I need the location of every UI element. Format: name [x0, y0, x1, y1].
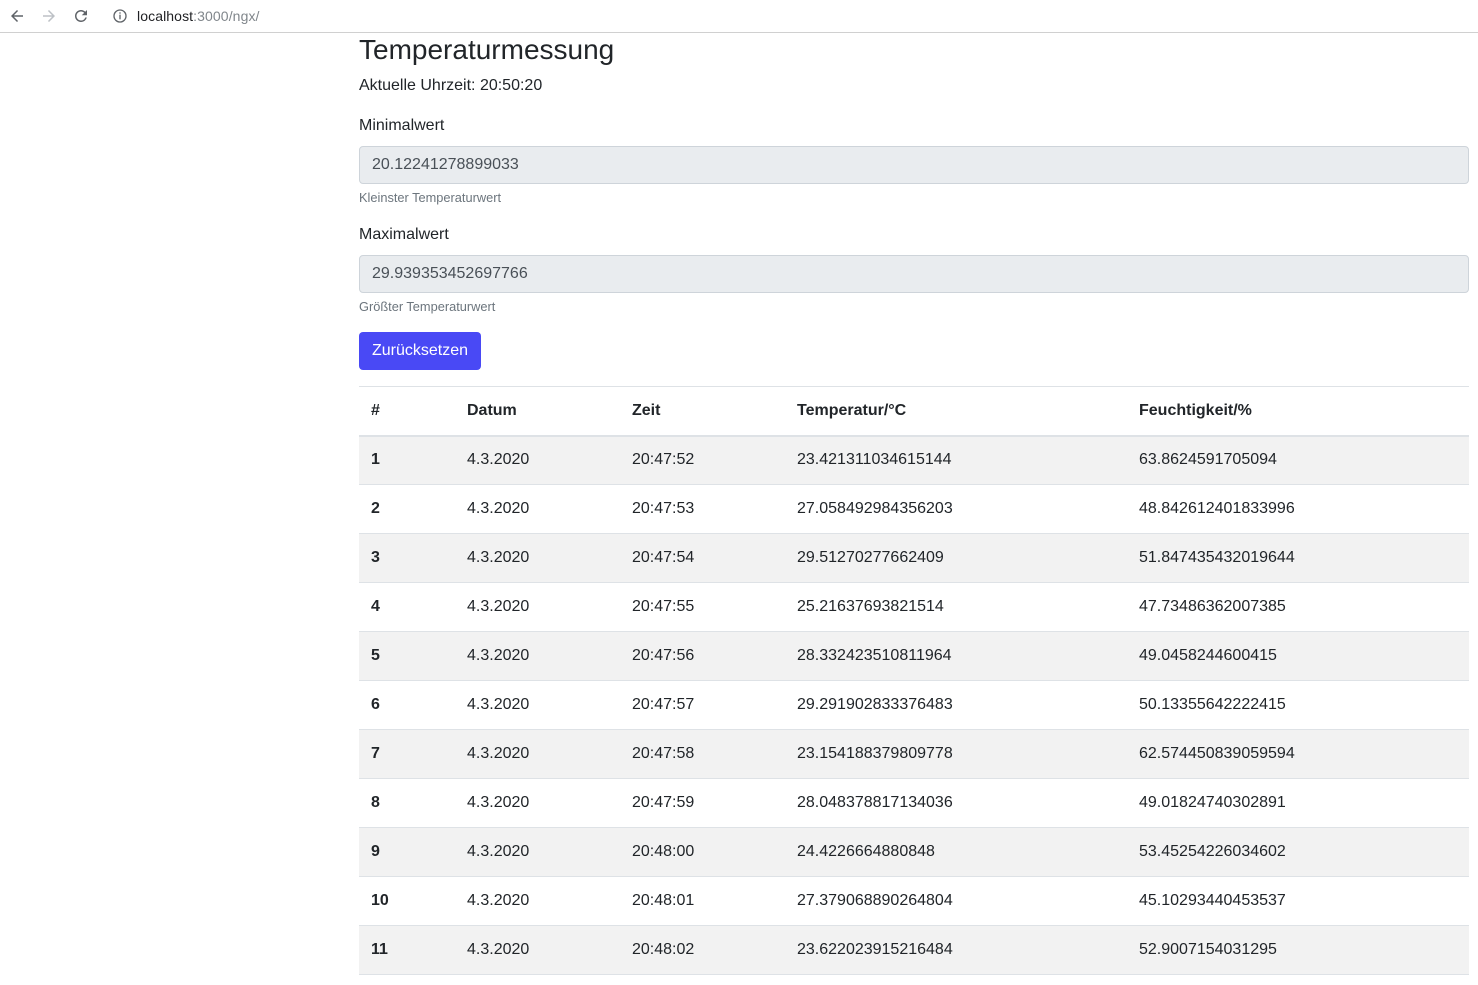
row-temperature: 25.21637693821514: [785, 582, 1127, 632]
row-humidity: 49.01824740302891: [1127, 778, 1469, 828]
row-humidity: 50.13355642222415: [1127, 680, 1469, 730]
row-index: 8: [359, 778, 455, 828]
row-date: 4.3.2020: [455, 533, 620, 583]
url-text: localhost:3000/ngx/: [137, 8, 260, 24]
table-row: 7 4.3.2020 20:47:58 23.154188379809778 6…: [359, 729, 1469, 779]
row-date: 4.3.2020: [455, 484, 620, 534]
row-temperature: 29.51270277662409: [785, 533, 1127, 583]
row-index: 6: [359, 680, 455, 730]
browser-toolbar: localhost:3000/ngx/: [0, 0, 1478, 33]
row-index: 11: [359, 925, 455, 975]
row-date: 4.3.2020: [455, 778, 620, 828]
row-time: 20:48:00: [620, 827, 785, 877]
row-humidity: 51.847435432019644: [1127, 533, 1469, 583]
row-index: 2: [359, 484, 455, 534]
row-date: 4.3.2020: [455, 925, 620, 975]
row-index: 5: [359, 631, 455, 681]
table-row: 5 4.3.2020 20:47:56 28.332423510811964 4…: [359, 631, 1469, 681]
forward-arrow-icon[interactable]: [36, 3, 62, 29]
row-time: 20:48:02: [620, 925, 785, 975]
row-time: 20:47:59: [620, 778, 785, 828]
table-row: 3 4.3.2020 20:47:54 29.51270277662409 51…: [359, 533, 1469, 583]
header-humidity: Feuchtigkeit/%: [1127, 386, 1469, 437]
row-humidity: 52.9007154031295: [1127, 925, 1469, 975]
row-temperature: 24.4226664880848: [785, 827, 1127, 877]
row-time: 20:47:52: [620, 435, 785, 485]
table-row: 11 4.3.2020 20:48:02 23.622023915216484 …: [359, 925, 1469, 975]
row-time: 20:47:57: [620, 680, 785, 730]
page-title: Temperaturmessung: [359, 34, 615, 65]
row-time: 20:48:01: [620, 876, 785, 926]
min-value-help: Kleinster Temperaturwert: [359, 190, 502, 205]
max-value-label: Maximalwert: [359, 226, 449, 243]
table-row: 4 4.3.2020 20:47:55 25.21637693821514 47…: [359, 582, 1469, 632]
row-temperature: 23.154188379809778: [785, 729, 1127, 779]
row-date: 4.3.2020: [455, 582, 620, 632]
row-index: 10: [359, 876, 455, 926]
row-temperature: 27.058492984356203: [785, 484, 1127, 534]
max-value-input[interactable]: [359, 255, 1469, 293]
back-arrow-icon[interactable]: [4, 3, 30, 29]
url-path: :3000/ngx/: [193, 8, 260, 24]
row-humidity: 62.574450839059594: [1127, 729, 1469, 779]
row-humidity: 48.842612401833996: [1127, 484, 1469, 534]
info-icon[interactable]: [112, 8, 128, 24]
header-time: Zeit: [620, 386, 785, 437]
row-time: 20:47:55: [620, 582, 785, 632]
row-date: 4.3.2020: [455, 876, 620, 926]
table-row: 1 4.3.2020 20:47:52 23.421311034615144 6…: [359, 435, 1469, 485]
table-row: 8 4.3.2020 20:47:59 28.048378817134036 4…: [359, 778, 1469, 828]
row-index: 3: [359, 533, 455, 583]
table-row: 9 4.3.2020 20:48:00 24.4226664880848 53.…: [359, 827, 1469, 877]
row-temperature: 23.421311034615144: [785, 435, 1127, 485]
row-temperature: 28.048378817134036: [785, 778, 1127, 828]
max-value-help: Größter Temperaturwert: [359, 299, 496, 314]
row-index: 9: [359, 827, 455, 877]
header-date: Datum: [455, 386, 620, 437]
header-temperature: Temperatur/°C: [785, 386, 1127, 437]
address-bar[interactable]: localhost:3000/ngx/: [112, 4, 260, 28]
row-humidity: 49.0458244600415: [1127, 631, 1469, 681]
reset-button[interactable]: Zurücksetzen: [359, 332, 481, 370]
url-host: localhost: [137, 8, 194, 24]
row-index: 4: [359, 582, 455, 632]
row-humidity: 47.73486362007385: [1127, 582, 1469, 632]
min-value-input[interactable]: [359, 146, 1469, 184]
row-index: 1: [359, 435, 455, 485]
row-temperature: 23.622023915216484: [785, 925, 1127, 975]
table-row: 6 4.3.2020 20:47:57 29.291902833376483 5…: [359, 680, 1469, 730]
row-humidity: 53.45254226034602: [1127, 827, 1469, 877]
row-date: 4.3.2020: [455, 435, 620, 485]
row-index: 7: [359, 729, 455, 779]
reload-icon[interactable]: [68, 3, 94, 29]
table-header-row: # Datum Zeit Temperatur/°C Feuchtigkeit/…: [359, 386, 1469, 437]
row-date: 4.3.2020: [455, 827, 620, 877]
row-time: 20:47:54: [620, 533, 785, 583]
row-time: 20:47:53: [620, 484, 785, 534]
table-row: 2 4.3.2020 20:47:53 27.058492984356203 4…: [359, 484, 1469, 534]
row-temperature: 27.379068890264804: [785, 876, 1127, 926]
row-temperature: 29.291902833376483: [785, 680, 1127, 730]
row-humidity: 45.10293440453537: [1127, 876, 1469, 926]
header-index: #: [359, 386, 455, 437]
row-time: 20:47:56: [620, 631, 785, 681]
row-date: 4.3.2020: [455, 680, 620, 730]
min-value-label: Minimalwert: [359, 117, 445, 134]
row-date: 4.3.2020: [455, 729, 620, 779]
row-date: 4.3.2020: [455, 631, 620, 681]
row-humidity: 63.8624591705094: [1127, 435, 1469, 485]
table-row: 10 4.3.2020 20:48:01 27.379068890264804 …: [359, 876, 1469, 926]
row-time: 20:47:58: [620, 729, 785, 779]
measurements-table: # Datum Zeit Temperatur/°C Feuchtigkeit/…: [359, 386, 1469, 975]
row-temperature: 28.332423510811964: [785, 631, 1127, 681]
current-time: Aktuelle Uhrzeit: 20:50:20: [359, 77, 543, 94]
